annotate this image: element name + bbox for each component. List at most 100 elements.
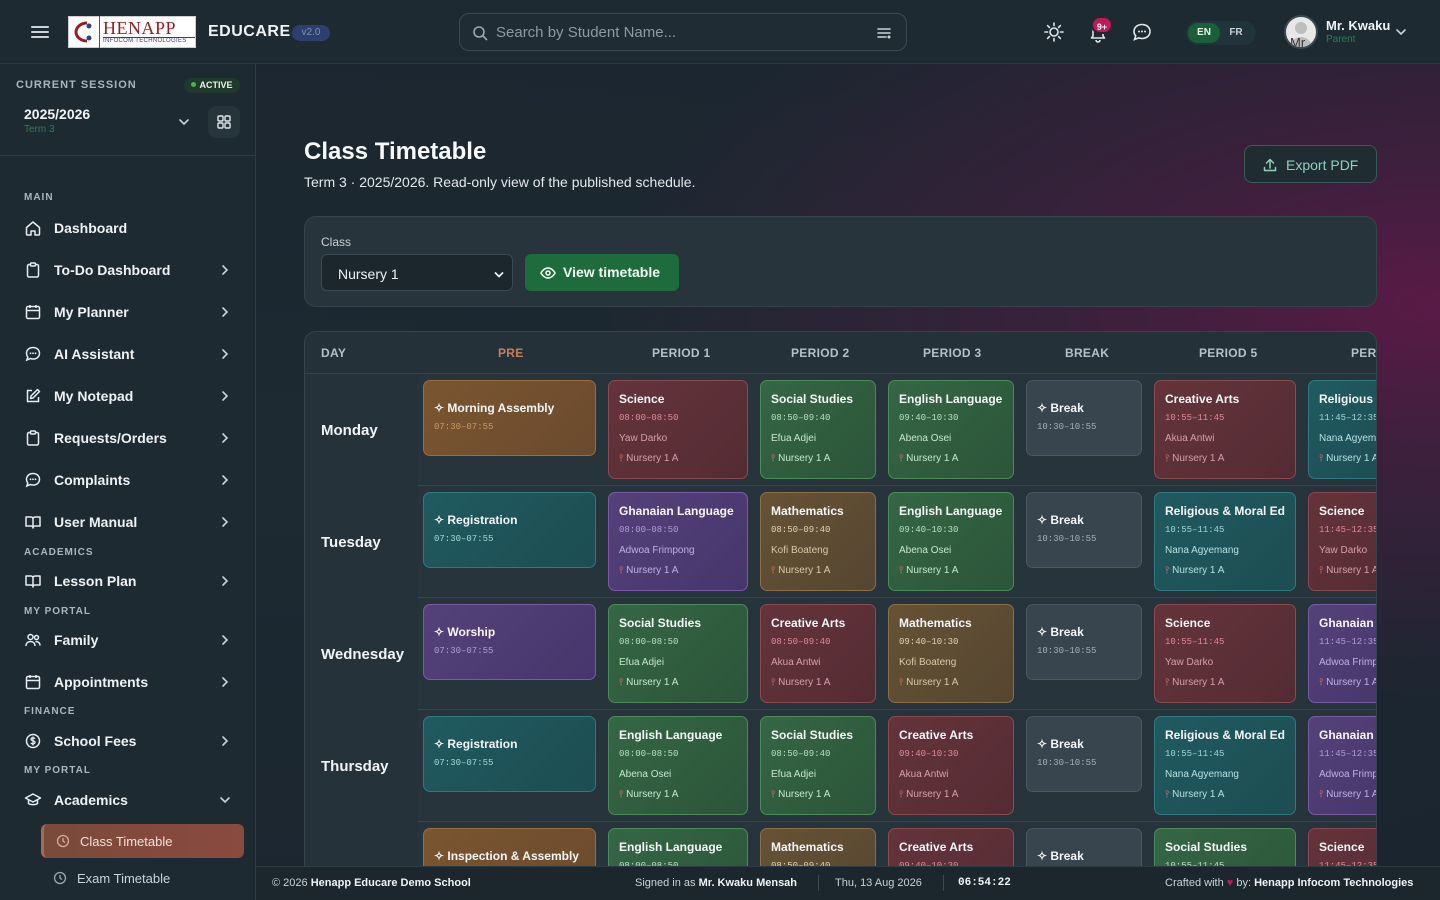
period-time: 11:45–12:35: [1319, 637, 1377, 647]
lesson-cell[interactable]: Science11:45–12:35Yaw Darko⫯ Nursery 1 A: [1308, 828, 1376, 866]
export-pdf-button[interactable]: Export PDF: [1244, 145, 1377, 183]
lesson-cell[interactable]: English Language08:00–08:50Abena Osei⫯ N…: [608, 828, 748, 866]
lesson-cell[interactable]: Ghanaian Language 08:00–08:50 Adwoa Frimpo…: [608, 492, 748, 591]
session-chevron-down-icon[interactable]: [176, 114, 192, 130]
lesson-cell[interactable]: English Language 09:40–10:30 Abena Osei ⫯ N…: [888, 492, 1014, 591]
subject-label: Creative Arts: [899, 840, 974, 854]
break-cell[interactable]: ✧ Break10:30–10:55: [1026, 716, 1142, 792]
day-name: Wednesday: [321, 646, 405, 663]
sidebar-item-label: Complaints: [54, 472, 131, 488]
pre-period-cell[interactable]: ✧ Worship 07:30–07:55: [423, 604, 596, 680]
class-select[interactable]: Nursery 1: [321, 254, 513, 291]
user-name[interactable]: Mr. Kwaku: [1326, 18, 1390, 33]
lesson-cell[interactable]: Ghanaian 11:45–12:35 Adwoa Frimpong ⫯ Nurse…: [1308, 604, 1377, 703]
view-timetable-label: View timetable: [563, 264, 661, 280]
sidebar-item-requests[interactable]: Requests/Orders: [16, 421, 240, 455]
search-input[interactable]: [496, 14, 876, 50]
subject-label: Ghanaian: [1319, 616, 1374, 630]
break-cell[interactable]: ✧ Break10:30–10:55: [1026, 380, 1142, 456]
sidebar-item-academics[interactable]: Academics: [16, 783, 240, 817]
pre-period-cell[interactable]: ✧ Registration 07:30–07:55: [423, 716, 596, 792]
lesson-cell[interactable]: Creative Arts 10:55–11:45 Akua Antwi ⫯ Nurs…: [1154, 380, 1296, 479]
subject-label: Science: [1319, 840, 1365, 854]
lesson-cell[interactable]: Creative Arts 08:50–09:40 Akua Antwi ⫯ Nurs…: [760, 604, 876, 703]
chat-icon[interactable]: [1131, 21, 1153, 43]
avatar[interactable]: Mr: [1284, 15, 1318, 49]
lesson-cell[interactable]: Creative Arts09:40–10:30Akua Antwi⫯ Nurs…: [888, 828, 1014, 866]
sidebar-item-lesson-plan[interactable]: Lesson Plan: [16, 564, 240, 598]
lesson-cell[interactable]: Religious & Moral Ed 10:55–11:45 Nana Agye…: [1154, 716, 1296, 815]
class-section: ⫯ Nursery 1 A: [1319, 789, 1376, 800]
notification-badge: 9+: [1091, 16, 1113, 34]
break-cell[interactable]: ✧ Break10:30–10:55: [1026, 492, 1142, 568]
sidebar-item-family[interactable]: Family: [16, 623, 240, 657]
lesson-cell[interactable]: English Language08:00–08:50Abena Osei⫯ N…: [608, 716, 748, 815]
sidebar-item-todo[interactable]: To-Do Dashboard: [16, 253, 240, 287]
subject-name: Science: [1319, 504, 1364, 518]
sparkle-icon: ✧: [1037, 625, 1051, 639]
teacher-name: Yaw Darko: [619, 433, 668, 444]
break-cell[interactable]: ✧ Break10:30–10:55: [1026, 828, 1142, 866]
day-cell: Wednesday: [305, 598, 418, 710]
subject-label: Creative Arts: [771, 616, 846, 630]
sidebar-subitem-exam-timetable[interactable]: Exam Timetable: [41, 861, 244, 895]
lang-en-button[interactable]: EN: [1188, 23, 1220, 43]
lesson-cell[interactable]: Science 10:55–11:45 Yaw Darko ⫯ Nursery 1 A: [1154, 604, 1296, 703]
session-year[interactable]: 2025/2026: [24, 106, 90, 122]
lesson-cell[interactable]: Social Studies 08:50–09:40 Efua Adjei ⫯ Nur…: [760, 380, 876, 479]
sidebar-item-user-manual[interactable]: User Manual: [16, 505, 240, 539]
lesson-cell[interactable]: Science11:45–12:35Yaw Darko⫯ Nursery 1 A: [1308, 492, 1376, 591]
pre-period-cell[interactable]: ✧ Registration 07:30–07:55: [423, 492, 596, 568]
view-timetable-button[interactable]: View timetable: [525, 254, 679, 291]
chevron-right-icon: [218, 675, 232, 689]
sidebar-item-ai-assistant[interactable]: AI Assistant: [16, 337, 240, 371]
subject-name: ✧ Break: [1037, 849, 1084, 863]
pre-period-cell[interactable]: ✧ Inspection & Assembly07:30–07:55: [423, 828, 596, 866]
menu-icon[interactable]: [28, 20, 52, 44]
period-time: 08:50–09:40: [771, 525, 831, 535]
period-time: 09:40–10:30: [899, 413, 959, 423]
upload-icon: [1263, 158, 1277, 172]
lesson-cell[interactable]: Mathematics 09:40–10:30 Kofi Boateng ⫯ Nurs…: [888, 604, 1014, 703]
crafted-text: Crafted with: [1165, 877, 1224, 889]
sparkle-icon: ✧: [1037, 513, 1051, 527]
user-menu-chevron-down-icon[interactable]: [1394, 25, 1408, 39]
chevron-right-icon: [218, 515, 232, 529]
subject-name: English Language: [899, 392, 1002, 406]
lesson-cell[interactable]: Social Studies 08:50–09:40 Efua Adjei ⫯ Nur…: [760, 716, 876, 815]
sidebar-subitem-class-timetable[interactable]: Class Timetable: [41, 824, 244, 858]
sidebar-item-planner[interactable]: My Planner: [16, 295, 240, 329]
lesson-cell[interactable]: Science 08:00–08:50 Yaw Darko ⫯ Nursery 1 A: [608, 380, 748, 479]
lesson-cell[interactable]: Social Studies10:55–11:45Efua Adjei⫯ Nur…: [1154, 828, 1296, 866]
teacher-name: Adwoa Frimpong: [619, 545, 695, 556]
sidebar-item-school-fees[interactable]: School Fees: [16, 724, 240, 758]
henapp-logo[interactable]: HENAPP INFOCOM TECHNOLOGIES: [68, 16, 196, 48]
pre-period-cell[interactable]: ✧ Morning Assembly 07:30–07:55: [423, 380, 596, 456]
subject-label: Science: [1319, 504, 1365, 518]
theme-toggle-sun-icon[interactable]: [1043, 21, 1065, 43]
sidebar-item-notepad[interactable]: My Notepad: [16, 379, 240, 413]
sidebar-item-appointments[interactable]: Appointments: [16, 665, 240, 699]
lesson-cell[interactable]: Creative Arts09:40–10:30Akua Antwi⫯ Nurs…: [888, 716, 1014, 815]
chevron-right-icon: [218, 305, 232, 319]
lesson-cell[interactable]: Social Studies 08:00–08:50 Efua Adjei ⫯ Nur…: [608, 604, 748, 703]
lesson-cell[interactable]: Mathematics08:50–09:40Kofi Boateng⫯ Nurs…: [760, 492, 876, 591]
lesson-cell[interactable]: Mathematics08:50–09:40Kofi Boateng⫯ Nurs…: [760, 828, 876, 866]
apps-grid-button[interactable]: [208, 106, 240, 138]
subject-label: Morning Assembly: [447, 401, 555, 415]
class-section: ⫯ Nursery 1 A: [899, 789, 958, 800]
day-cell: Monday: [305, 374, 418, 486]
lesson-cell[interactable]: Ghanaian 11:45–12:35 Adwoa Frimpong ⫯ Nurse…: [1308, 716, 1376, 815]
lesson-cell[interactable]: English Language 09:40–10:30 Abena Osei ⫯ N…: [888, 380, 1014, 479]
lang-fr-button[interactable]: FR: [1220, 23, 1252, 43]
subject-label: Registration: [447, 513, 518, 527]
sidebar-item-complaints[interactable]: Complaints: [16, 463, 240, 497]
status-dot-icon: [191, 82, 197, 87]
calendar-icon: [24, 303, 42, 321]
sidebar-item-dashboard[interactable]: Dashboard: [16, 211, 240, 245]
lesson-cell[interactable]: Religious & Moral Ed 10:55–11:45 Nana Agye…: [1154, 492, 1296, 591]
filter-icon[interactable]: [876, 25, 892, 41]
break-cell[interactable]: ✧ Break10:30–10:55: [1026, 604, 1142, 680]
sidebar-item-label: School Fees: [54, 733, 137, 749]
lesson-cell[interactable]: Religious 11:45–12:35 Nana Agyemang ⫯ Nurse…: [1308, 380, 1376, 479]
